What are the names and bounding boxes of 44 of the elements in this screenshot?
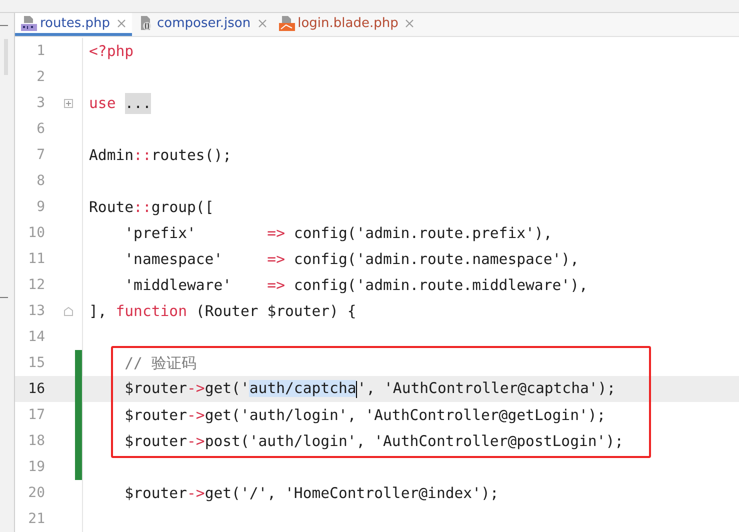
line-number: 19 (27, 459, 45, 475)
code-line: $router->post('auth/login', 'AuthController@postLogin'); (124, 432, 624, 450)
code-line: $router->get('auth/captcha', 'AuthController@captcha'); (124, 380, 616, 398)
expand-icon[interactable] (64, 98, 73, 108)
code-line: ], function (Router $router) { (89, 302, 356, 320)
code-line: $router->get('auth/login', 'AuthController@getLogin'); (124, 406, 606, 424)
code-line: 'namespace' => config('admin.route.namespace'), (124, 250, 579, 268)
close-icon[interactable] (405, 18, 414, 28)
php-file-icon (21, 15, 37, 31)
code-line: $router->get('/', 'HomeController@index'); (124, 484, 499, 502)
line-number: 8 (36, 173, 45, 189)
line-number: 6 (36, 121, 45, 137)
file-tab[interactable]: login.blade.php (272, 13, 420, 36)
file-tab[interactable]: composer.json (132, 13, 273, 36)
code-line: 'middleware' => config('admin.route.middleware'), (124, 276, 588, 294)
line-number: 16 (27, 381, 45, 397)
code-line: 'prefix' => config('admin.route.prefix'), (124, 224, 552, 242)
line-number: 10 (27, 225, 45, 241)
line-number: 14 (27, 329, 45, 345)
line-number: 12 (27, 277, 45, 293)
close-icon[interactable] (117, 18, 126, 28)
line-number: 9 (36, 199, 45, 215)
line-number: 2 (36, 69, 45, 85)
line-number: 15 (27, 355, 45, 371)
line-number: 18 (27, 433, 45, 449)
fold-end-icon[interactable] (64, 306, 73, 316)
code-line: Route::group([ (89, 198, 214, 216)
line-number: 3 (36, 95, 45, 111)
code-line: Admin::routes(); (89, 146, 232, 164)
code-line: <?php (89, 42, 134, 60)
line-number: 13 (27, 303, 45, 319)
tab-label: routes.php (40, 16, 110, 30)
code-line: // 验证码 (124, 354, 196, 372)
close-icon[interactable] (258, 18, 267, 28)
code-line: use ... (89, 94, 152, 112)
line-number: 1 (36, 43, 45, 59)
file-tab[interactable]: routes.php (15, 13, 132, 36)
line-number: 17 (27, 407, 45, 423)
line-number: 7 (36, 147, 45, 163)
line-number: 21 (27, 511, 45, 527)
tab-label: composer.json (157, 16, 251, 30)
line-number: 20 (27, 485, 45, 501)
tab-label: login.blade.php (298, 16, 398, 30)
line-number: 11 (27, 251, 45, 267)
